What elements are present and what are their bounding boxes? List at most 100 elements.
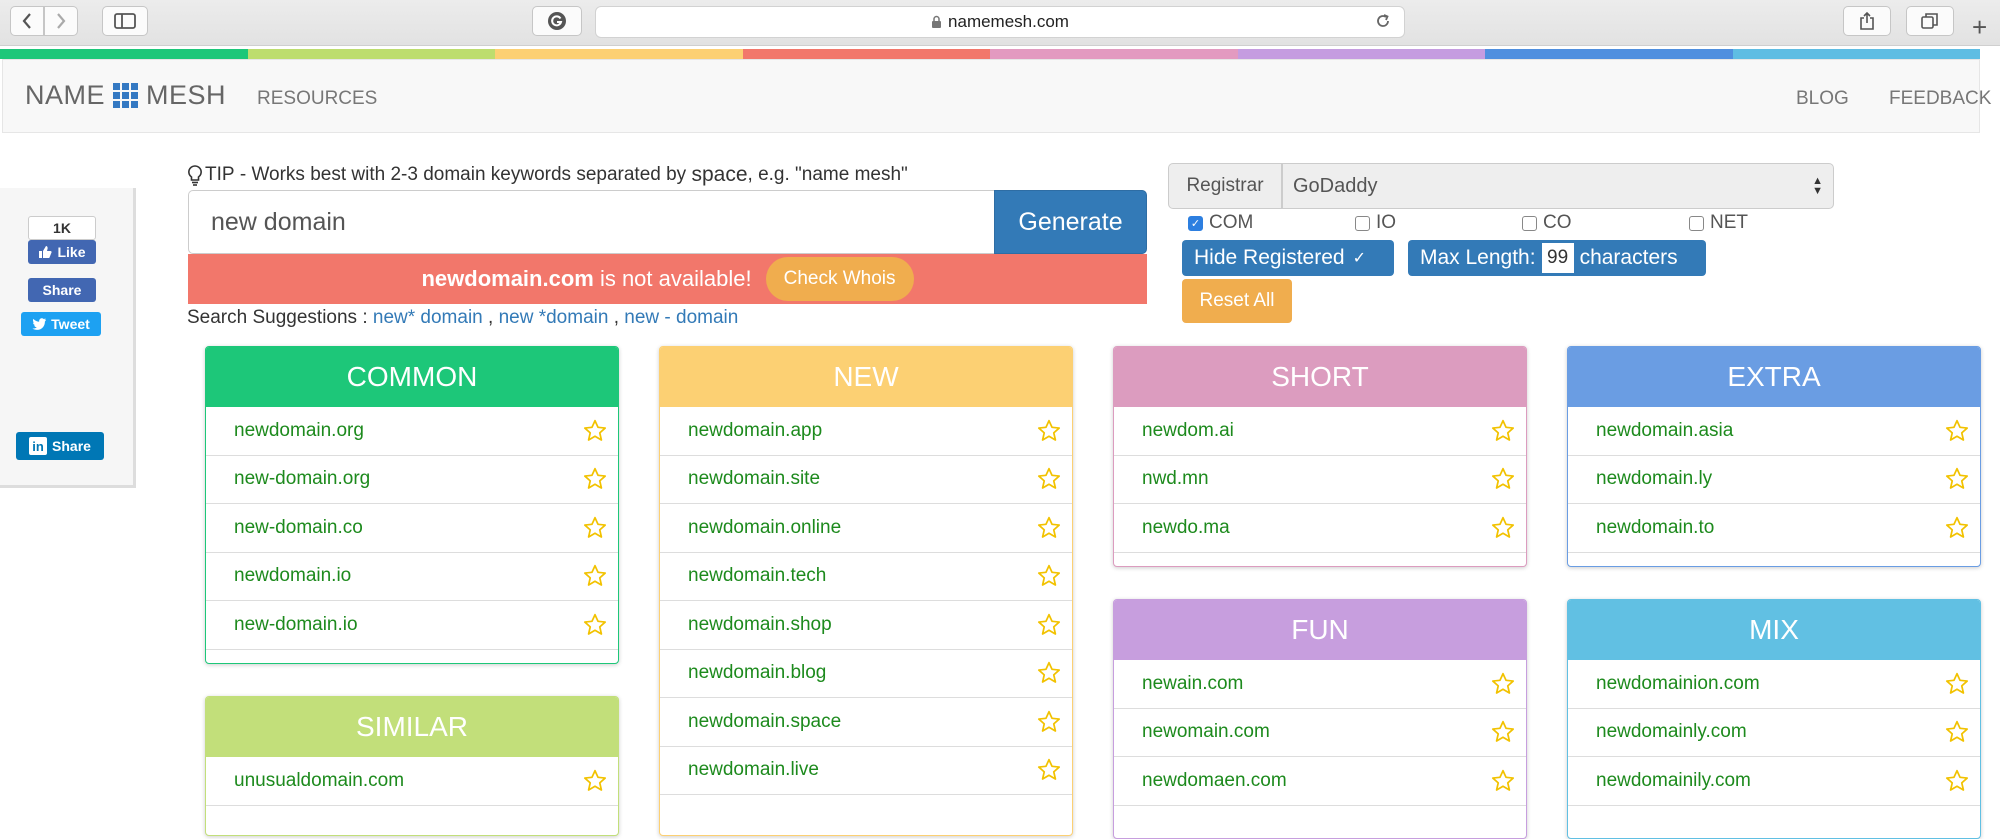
tld-co-checkbox[interactable]: CO (1522, 212, 1572, 234)
star-favorite-icon[interactable] (582, 466, 608, 492)
domain-link[interactable]: newdomain.space (688, 711, 841, 733)
domain-link[interactable]: newdomain.shop (688, 614, 832, 636)
checkbox-unchecked-icon (1522, 215, 1537, 231)
domain-link[interactable]: newdo.ma (1142, 517, 1230, 539)
back-button[interactable] (10, 6, 44, 36)
check-whois-button[interactable]: Check Whois (765, 257, 914, 301)
star-favorite-icon[interactable] (1036, 660, 1062, 686)
sidebar-toggle-button[interactable] (102, 6, 148, 36)
domain-link[interactable]: newdomainion.com (1596, 673, 1760, 695)
star-favorite-icon[interactable] (1490, 466, 1516, 492)
registrar-select[interactable]: GoDaddy ▲ ▼ (1282, 163, 1834, 209)
new-tab-icon[interactable]: + (1972, 12, 1987, 43)
star-favorite-icon[interactable] (1944, 768, 1970, 794)
star-favorite-icon[interactable] (582, 515, 608, 541)
nav-blog[interactable]: BLOG (1796, 88, 1849, 110)
domain-link[interactable]: nwd.mn (1142, 468, 1209, 490)
star-favorite-icon[interactable] (1036, 612, 1062, 638)
star-favorite-icon[interactable] (1036, 709, 1062, 735)
star-favorite-icon[interactable] (1036, 515, 1062, 541)
domain-link[interactable]: unusualdomain.com (234, 770, 404, 792)
panel-mix: MIX newdomainion.com newdomainly.com newdo… (1567, 599, 1981, 839)
keyword-search-input[interactable] (188, 190, 994, 254)
nav-resources[interactable]: RESOURCES (257, 88, 377, 110)
star-favorite-icon[interactable] (1490, 418, 1516, 444)
star-favorite-icon[interactable] (1036, 757, 1062, 783)
tld-io-checkbox[interactable]: IO (1355, 212, 1396, 234)
checkbox-checked-icon: ✓ (1188, 215, 1203, 231)
suggestion-link[interactable]: new *domain (499, 307, 609, 328)
domain-link[interactable]: newdomain.online (688, 517, 841, 539)
max-length-input[interactable]: 99 (1541, 243, 1574, 273)
domain-link[interactable]: newdomainily.com (1596, 770, 1751, 792)
star-favorite-icon[interactable] (1944, 671, 1970, 697)
facebook-like-button[interactable]: Like (28, 240, 96, 264)
domain-link[interactable]: newomain.com (1142, 721, 1270, 743)
hide-registered-toggle[interactable]: Hide Registered ✓ (1182, 240, 1394, 276)
tabs-button[interactable] (1906, 6, 1954, 36)
domain-link[interactable]: new-domain.co (234, 517, 363, 539)
forward-button[interactable] (44, 6, 78, 36)
star-favorite-icon[interactable] (1490, 671, 1516, 697)
color-strip-segment (1732, 49, 1980, 59)
reload-icon[interactable] (1374, 12, 1392, 30)
star-favorite-icon[interactable] (1944, 515, 1970, 541)
domain-link[interactable]: new-domain.org (234, 468, 370, 490)
domain-link[interactable]: newdomain.site (688, 468, 820, 490)
color-strip-segment (1485, 49, 1733, 59)
domain-link[interactable]: newdomain.ly (1596, 468, 1712, 490)
color-strip (0, 49, 1980, 59)
domain-link[interactable]: new-domain.io (234, 614, 358, 636)
star-favorite-icon[interactable] (1490, 719, 1516, 745)
share-button[interactable] (1843, 6, 1891, 36)
brand-logo[interactable]: NAME MESH (25, 80, 226, 111)
star-favorite-icon[interactable] (1944, 466, 1970, 492)
domain-link[interactable]: newdomain.app (688, 420, 822, 442)
star-favorite-icon[interactable] (1036, 466, 1062, 492)
linkedin-share-button[interactable]: in Share (16, 432, 104, 460)
max-length-control: Max Length: 99 characters (1408, 240, 1706, 276)
brand-name-left: NAME (25, 80, 106, 110)
tld-com-checkbox[interactable]: ✓ COM (1188, 212, 1253, 234)
facebook-share-button[interactable]: Share (28, 278, 96, 302)
social-share-bar: 1K Like Share Tweet in Share (0, 188, 136, 488)
domain-link[interactable]: newdomain.live (688, 759, 819, 781)
star-favorite-icon[interactable] (1490, 768, 1516, 794)
domain-link[interactable]: newdomainly.com (1596, 721, 1747, 743)
suggestion-link[interactable]: new* domain (373, 307, 483, 328)
star-favorite-icon[interactable] (582, 768, 608, 794)
reset-all-button[interactable]: Reset All (1182, 279, 1292, 323)
domain-link[interactable]: newdomain.blog (688, 662, 826, 684)
domain-link[interactable]: newdomain.asia (1596, 420, 1733, 442)
star-favorite-icon[interactable] (1036, 563, 1062, 589)
domain-row: unusualdomain.com (206, 757, 618, 806)
domain-link[interactable]: newain.com (1142, 673, 1243, 695)
panel-short: SHORT newdom.ai nwd.mn newdo.ma (1113, 346, 1527, 567)
star-favorite-icon[interactable] (1944, 418, 1970, 444)
star-favorite-icon[interactable] (582, 418, 608, 444)
tweet-button[interactable]: Tweet (21, 312, 101, 336)
facebook-like-label: Like (57, 244, 86, 260)
star-favorite-icon[interactable] (582, 563, 608, 589)
domain-link[interactable]: newdomain.io (234, 565, 351, 587)
star-favorite-icon[interactable] (582, 612, 608, 638)
suggestion-link[interactable]: new - domain (624, 307, 738, 328)
domain-link[interactable]: newdomain.to (1596, 517, 1714, 539)
star-favorite-icon[interactable] (1036, 418, 1062, 444)
lock-icon (932, 15, 942, 28)
domain-link[interactable]: newdomain.tech (688, 565, 826, 587)
check-icon: ✓ (1352, 250, 1366, 267)
facebook-like-count: 1K (28, 216, 96, 240)
domain-link[interactable]: newdomaen.com (1142, 770, 1287, 792)
star-favorite-icon[interactable] (1490, 515, 1516, 541)
thumbs-up-icon (39, 246, 53, 258)
star-favorite-icon[interactable] (1944, 719, 1970, 745)
generate-button[interactable]: Generate (994, 190, 1147, 254)
domain-link[interactable]: newdomain.org (234, 420, 364, 442)
address-bar[interactable]: namemesh.com (595, 6, 1405, 38)
grammarly-extension-button[interactable] (532, 6, 582, 36)
tld-net-checkbox[interactable]: NET (1689, 212, 1748, 234)
domain-link[interactable]: newdom.ai (1142, 420, 1234, 442)
suggestions-label: Search Suggestions : (187, 307, 373, 328)
nav-feedback[interactable]: FEEDBACK (1889, 88, 1991, 110)
